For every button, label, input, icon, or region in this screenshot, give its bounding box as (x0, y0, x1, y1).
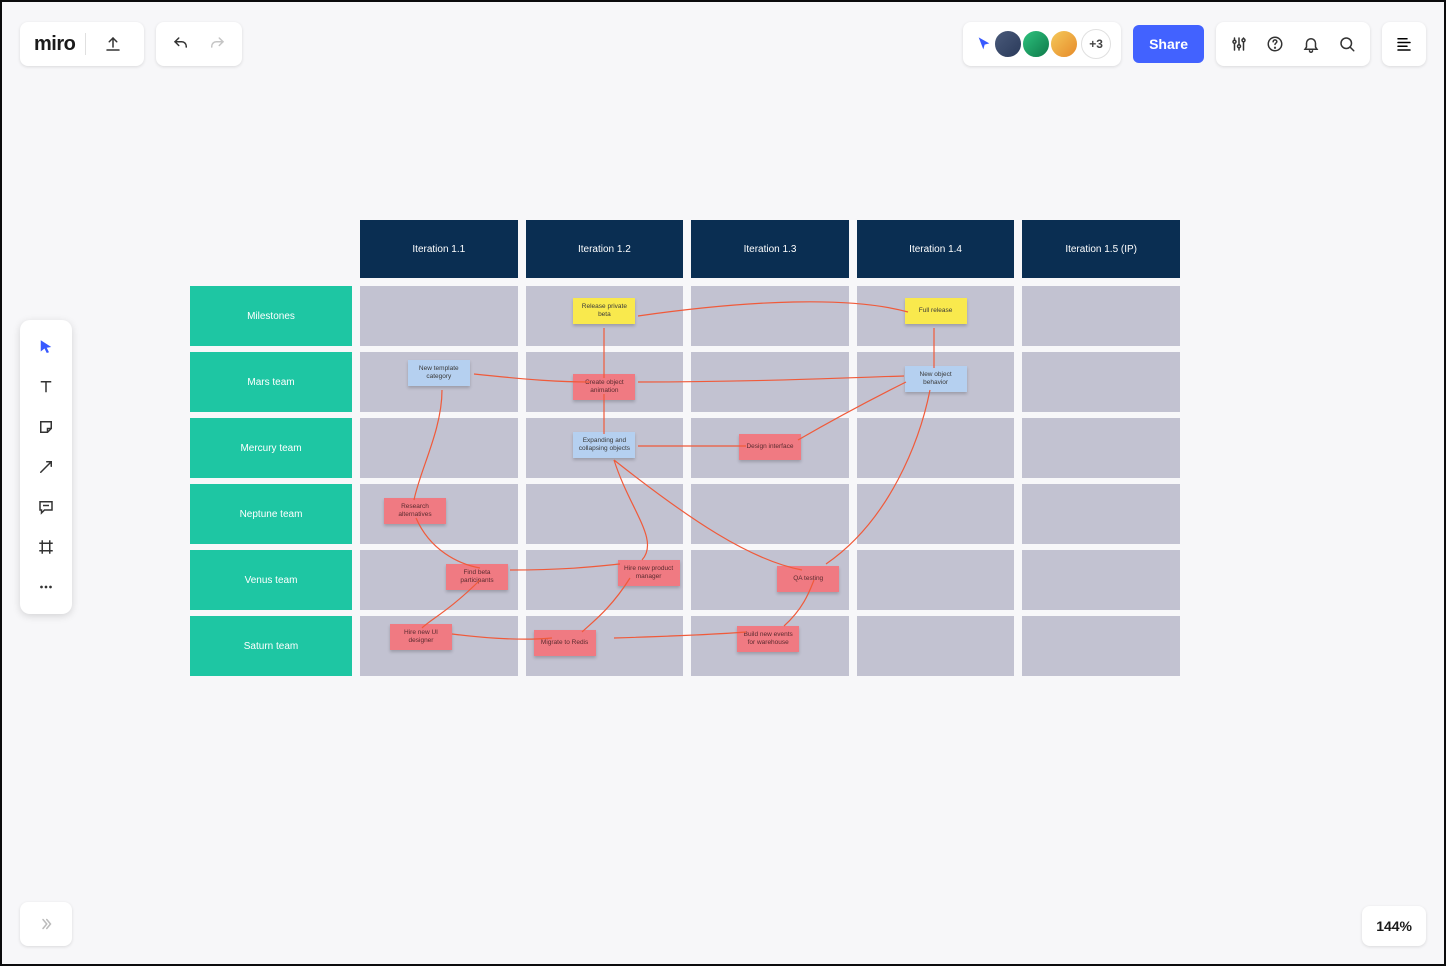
row-header[interactable]: Mars team (190, 352, 352, 412)
table-row: Mars team New template category Create o… (190, 352, 1180, 412)
cell[interactable]: Build new events for warehouse (691, 616, 849, 676)
cell[interactable] (857, 550, 1015, 610)
table-row: Saturn team Hire new UI designer Migrate… (190, 616, 1180, 676)
cell[interactable]: Design interface (691, 418, 849, 478)
right-tools-pill (1216, 22, 1370, 66)
row-header[interactable]: Venus team (190, 550, 352, 610)
sticky-note[interactable]: Find beta participants (446, 564, 508, 590)
cell[interactable] (1022, 616, 1180, 676)
presence-cursor-icon (973, 33, 995, 55)
row-header[interactable]: Saturn team (190, 616, 352, 676)
cell[interactable] (360, 418, 518, 478)
column-header[interactable]: Iteration 1.4 (857, 220, 1015, 278)
table-row: Neptune team Research alternatives (190, 484, 1180, 544)
zoom-level[interactable]: 144% (1362, 906, 1426, 946)
top-left-cluster: miro (20, 20, 242, 68)
sticky-note[interactable]: Expanding and collapsing objects (573, 432, 635, 458)
cell[interactable] (691, 352, 849, 412)
column-header[interactable]: Iteration 1.1 (360, 220, 518, 278)
cell[interactable] (1022, 484, 1180, 544)
more-tools-icon[interactable] (26, 570, 66, 604)
cell[interactable]: New object behavior (857, 352, 1015, 412)
bell-icon[interactable] (1294, 27, 1328, 61)
table-row: Milestones Release private beta Full rel… (190, 286, 1180, 346)
tool-rail (20, 320, 72, 614)
column-header[interactable]: Iteration 1.2 (526, 220, 684, 278)
sticky-note[interactable]: New object behavior (905, 366, 967, 392)
cell[interactable] (857, 484, 1015, 544)
avatar[interactable] (993, 29, 1023, 59)
cell[interactable]: Hire new UI designer (360, 616, 518, 676)
sticky-note[interactable]: Release private beta (573, 298, 635, 324)
cell[interactable]: New template category (360, 352, 518, 412)
cell[interactable]: Create object animation (526, 352, 684, 412)
collapse-panel-button[interactable] (20, 902, 72, 946)
cell[interactable] (691, 484, 849, 544)
select-tool-icon[interactable] (26, 330, 66, 364)
sticky-note[interactable]: New template category (408, 360, 470, 386)
app-frame: miro (0, 0, 1446, 966)
board-canvas[interactable]: Iteration 1.1 Iteration 1.2 Iteration 1.… (190, 220, 1180, 682)
activity-pill[interactable] (1382, 22, 1426, 66)
cell[interactable]: Hire new product manager (526, 550, 684, 610)
row-header[interactable]: Mercury team (190, 418, 352, 478)
cell[interactable] (1022, 418, 1180, 478)
cell[interactable] (857, 418, 1015, 478)
avatar-overflow-count[interactable]: +3 (1081, 29, 1111, 59)
column-header-row: Iteration 1.1 Iteration 1.2 Iteration 1.… (360, 220, 1180, 278)
presence-pill: +3 (963, 22, 1121, 66)
avatar[interactable] (1021, 29, 1051, 59)
cell[interactable] (526, 484, 684, 544)
cell[interactable]: Expanding and collapsing objects (526, 418, 684, 478)
settings-icon[interactable] (1222, 27, 1256, 61)
top-bar: miro (20, 20, 1426, 68)
cell[interactable]: Migrate to Redis (526, 616, 684, 676)
undo-redo-pill (156, 22, 242, 66)
help-icon[interactable] (1258, 27, 1292, 61)
cell[interactable]: Full release (857, 286, 1015, 346)
text-tool-icon[interactable] (26, 370, 66, 404)
arrow-tool-icon[interactable] (26, 450, 66, 484)
export-icon[interactable] (96, 27, 130, 61)
cell[interactable] (857, 616, 1015, 676)
redo-icon[interactable] (200, 27, 234, 61)
cell[interactable]: Release private beta (526, 286, 684, 346)
sticky-note[interactable]: Hire new product manager (618, 560, 680, 586)
cell[interactable]: Research alternatives (360, 484, 518, 544)
logo-pill: miro (20, 22, 144, 66)
top-right-cluster: +3 Share (963, 20, 1426, 68)
cell[interactable]: QA testing (691, 550, 849, 610)
sticky-note[interactable]: Hire new UI designer (390, 624, 452, 650)
cell[interactable]: Find beta participants (360, 550, 518, 610)
sticky-note[interactable]: Design interface (739, 434, 801, 460)
avatar[interactable] (1049, 29, 1079, 59)
comment-tool-icon[interactable] (26, 490, 66, 524)
column-header[interactable]: Iteration 1.5 (IP) (1022, 220, 1180, 278)
cell[interactable] (1022, 286, 1180, 346)
cell[interactable] (360, 286, 518, 346)
cell[interactable] (1022, 550, 1180, 610)
logo-text[interactable]: miro (34, 33, 75, 56)
table-row: Venus team Find beta participants Hire n… (190, 550, 1180, 610)
sticky-note-tool-icon[interactable] (26, 410, 66, 444)
column-header[interactable]: Iteration 1.3 (691, 220, 849, 278)
undo-icon[interactable] (164, 27, 198, 61)
sticky-note[interactable]: Full release (905, 298, 967, 324)
search-icon[interactable] (1330, 27, 1364, 61)
row-header[interactable]: Neptune team (190, 484, 352, 544)
cell[interactable] (691, 286, 849, 346)
sticky-note[interactable]: Migrate to Redis (534, 630, 596, 656)
share-button[interactable]: Share (1133, 25, 1204, 63)
sticky-note[interactable]: QA testing (777, 566, 839, 592)
divider (85, 33, 86, 55)
row-header[interactable]: Milestones (190, 286, 352, 346)
cell[interactable] (1022, 352, 1180, 412)
sticky-note[interactable]: Research alternatives (384, 498, 446, 524)
sticky-note[interactable]: Build new events for warehouse (737, 626, 799, 652)
frame-tool-icon[interactable] (26, 530, 66, 564)
table-row: Mercury team Expanding and collapsing ob… (190, 418, 1180, 478)
sticky-note[interactable]: Create object animation (573, 374, 635, 400)
